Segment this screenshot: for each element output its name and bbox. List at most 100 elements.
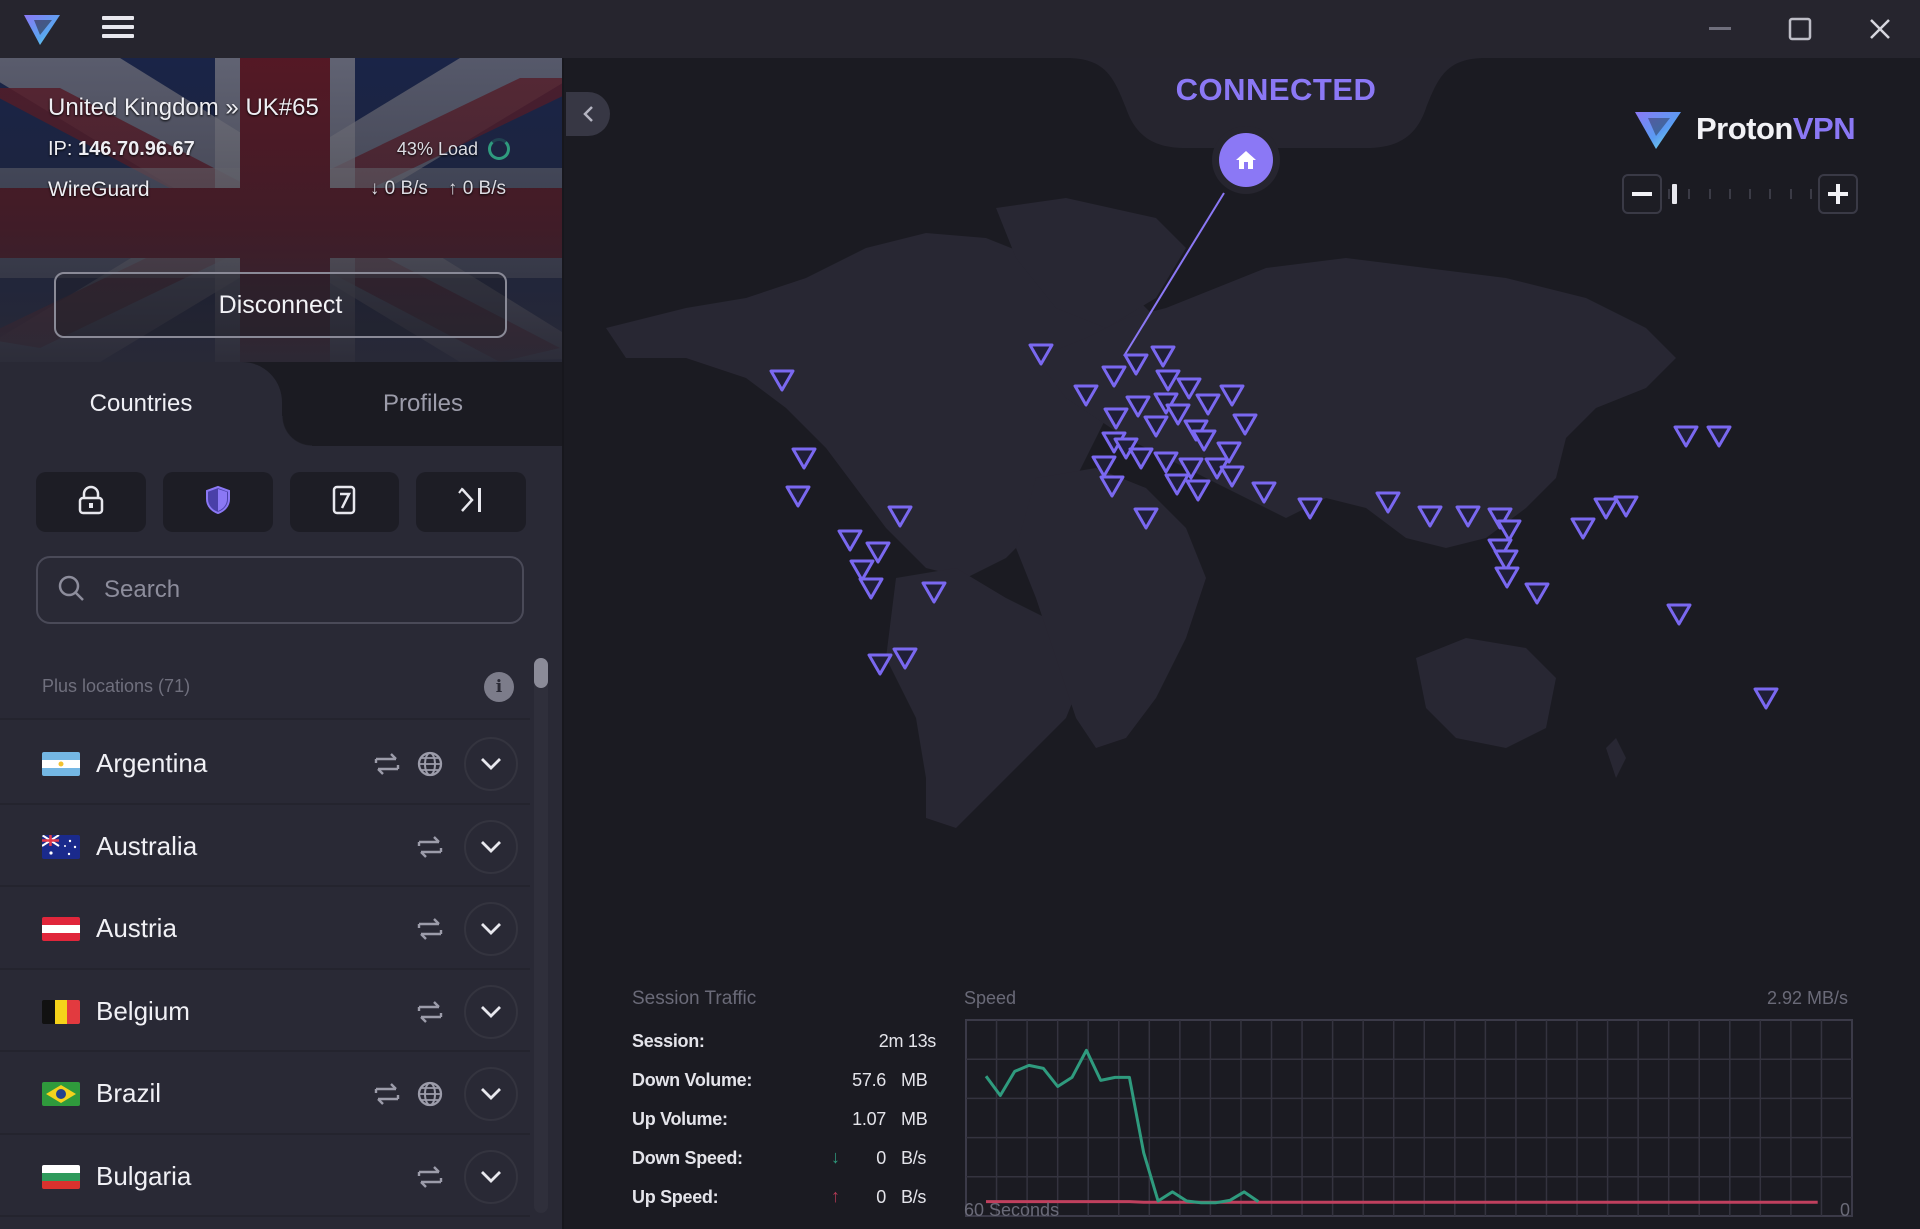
sidebar: United Kingdom » UK#65 IP: 146.70.96.67 … <box>0 58 564 1229</box>
speed-chart <box>965 1019 1853 1217</box>
connection-status: CONNECTED <box>1175 72 1377 107</box>
chevron-down-icon <box>481 1005 501 1018</box>
close-button[interactable] <box>1858 8 1902 50</box>
netshield-filter-button[interactable] <box>162 472 273 532</box>
server-marker[interactable] <box>1753 687 1779 710</box>
server-marker[interactable] <box>1494 566 1520 589</box>
p2p-arrows-icon <box>415 1162 445 1192</box>
home-icon <box>1236 151 1256 169</box>
server-marker[interactable] <box>785 485 811 508</box>
ip-label: IP: <box>48 138 73 160</box>
server-marker[interactable] <box>1666 603 1692 626</box>
p2p-arrows-icon <box>415 997 445 1027</box>
protocol-label: WireGuard <box>48 178 150 201</box>
hamburger-menu-icon[interactable] <box>100 12 136 46</box>
ip-value: 146.70.96.67 <box>78 138 195 160</box>
server-marker[interactable] <box>1164 473 1190 496</box>
p2p-arrows-icon <box>415 832 445 862</box>
down-volume-unit: MB <box>901 1070 928 1090</box>
country-row-austria[interactable]: Austria <box>0 887 530 970</box>
server-marker[interactable] <box>1706 425 1732 448</box>
chevron-down-icon <box>481 758 501 770</box>
tor-filter-button[interactable] <box>416 472 526 532</box>
expand-button[interactable] <box>464 984 518 1039</box>
tab-countries[interactable]: Countries <box>0 362 312 446</box>
collapse-sidebar-button[interactable] <box>566 92 610 136</box>
chevron-down-icon <box>481 1088 501 1100</box>
country-row-bulgaria[interactable]: Bulgaria <box>0 1135 530 1217</box>
maximize-button[interactable] <box>1778 8 1822 50</box>
zoom-slider[interactable] <box>1668 184 1812 204</box>
up-volume-unit: MB <box>901 1109 928 1129</box>
server-marker[interactable] <box>1570 517 1596 540</box>
country-name: Australia <box>96 830 198 861</box>
country-row-argentina[interactable]: Argentina <box>0 722 530 805</box>
server-marker[interactable] <box>1496 519 1522 542</box>
country-name: Argentina <box>96 748 208 778</box>
austria-flag-icon <box>42 917 80 941</box>
australia-flag-icon <box>42 834 80 859</box>
protonvpn-logo-icon[interactable] <box>22 10 62 48</box>
search-field[interactable] <box>36 556 524 624</box>
server-marker[interactable] <box>849 559 875 582</box>
tab-profiles[interactable]: Profiles <box>282 362 562 446</box>
expand-button[interactable] <box>464 819 518 874</box>
expand-button[interactable] <box>464 1149 518 1204</box>
country-row-australia[interactable]: Australia <box>0 805 530 887</box>
info-icon[interactable]: i <box>484 672 514 702</box>
chart-max-label: 2.92 MB/s <box>1766 988 1848 1008</box>
brand-vpn: VPN <box>1792 111 1856 146</box>
zoom-out-button[interactable] <box>1622 174 1662 214</box>
zoom-slider-thumb[interactable] <box>1672 184 1677 204</box>
protonvpn-logo-icon <box>1635 112 1681 149</box>
p2p-arrows-icon <box>372 749 402 779</box>
stat-label: Session: <box>632 1031 705 1051</box>
server-marker[interactable] <box>837 529 863 552</box>
session-traffic-title: Session Traffic <box>632 988 757 1009</box>
search-input[interactable] <box>104 576 484 604</box>
country-name: Brazil <box>96 1078 162 1108</box>
server-marker[interactable] <box>858 577 884 600</box>
scrollbar-thumb[interactable] <box>534 658 548 688</box>
arrow-up-icon: ↑ <box>447 178 458 199</box>
server-marker[interactable] <box>1185 479 1211 502</box>
server-marker[interactable] <box>867 653 893 676</box>
chevron-down-icon <box>481 1170 501 1183</box>
argentina-flag-icon <box>42 752 80 776</box>
country-row-brazil[interactable]: Brazil <box>0 1052 530 1135</box>
p2p-arrows-icon <box>415 914 445 944</box>
server-marker[interactable] <box>865 541 891 564</box>
download-speed-value: 0 B/s <box>384 178 428 199</box>
server-marker[interactable] <box>1593 497 1619 520</box>
protonvpn-window: United Kingdom » UK#65 IP: 146.70.96.67 … <box>0 0 1920 1229</box>
stat-label: Up Volume: <box>632 1109 728 1129</box>
expand-button[interactable] <box>464 1067 518 1121</box>
server-marker[interactable] <box>1524 582 1550 605</box>
server-marker[interactable] <box>791 447 817 470</box>
secure-core-filter-button[interactable] <box>36 472 146 532</box>
server-marker[interactable] <box>1153 451 1179 474</box>
expand-button[interactable] <box>464 737 518 791</box>
zoom-in-button[interactable] <box>1818 174 1858 214</box>
new-zealand <box>1606 738 1626 778</box>
lock-icon <box>77 485 105 520</box>
country-row-belgium[interactable]: Belgium <box>0 970 530 1052</box>
belgium-flag-icon <box>42 999 80 1024</box>
p2p-filter-button[interactable] <box>289 472 400 532</box>
disconnect-button[interactable]: Disconnect <box>54 272 507 338</box>
session-traffic-panel: Session Traffic Session: 2m 13s Down Vol… <box>566 918 1920 1229</box>
chart-title: Speed <box>964 988 1017 1008</box>
p2p-arrows-icon <box>372 1079 402 1109</box>
home-location-pin[interactable] <box>1212 126 1280 194</box>
country-list: Argentina Australia Austria Belgium Braz… <box>0 722 530 1217</box>
country-list-scrollbar[interactable] <box>534 658 548 1213</box>
server-marker[interactable] <box>1613 495 1639 518</box>
server-marker[interactable] <box>1128 447 1154 470</box>
download-speed: ↓ 0 B/s <box>370 178 428 200</box>
minimize-button[interactable] <box>1698 8 1742 50</box>
brand-proton: Proton <box>1696 111 1793 146</box>
expand-button[interactable] <box>464 902 518 956</box>
search-icon <box>56 573 86 608</box>
upload-speed: ↑ 0 B/s <box>448 178 506 200</box>
server-marker[interactable] <box>1673 425 1699 448</box>
